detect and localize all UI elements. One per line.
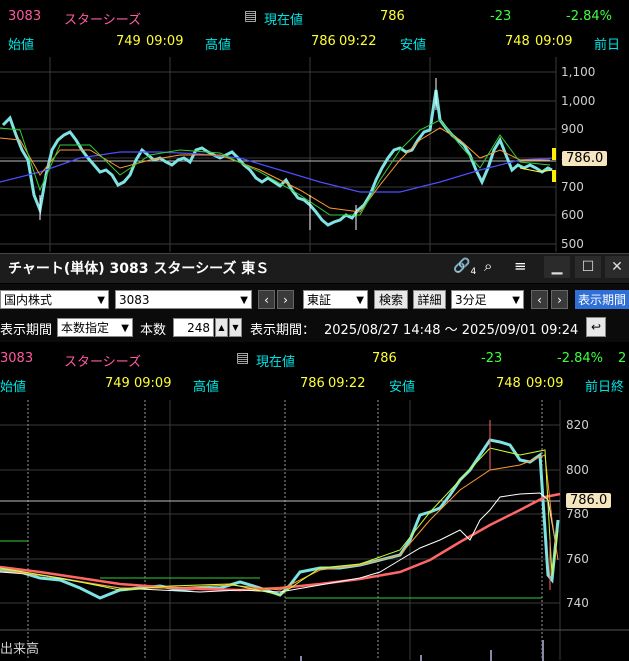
range-label: 表示期間： bbox=[250, 323, 316, 338]
top-low-time: 09:09 bbox=[535, 34, 573, 49]
bottom-price-tag: 786.0 bbox=[566, 493, 612, 508]
top-axis-500: 500 bbox=[561, 237, 584, 251]
interval-select-value: 3分足 bbox=[455, 293, 487, 307]
bottom-high-label: 高値 bbox=[193, 380, 220, 395]
prev-code-button[interactable]: ‹ bbox=[258, 290, 275, 309]
top-name: スターシーズ bbox=[64, 13, 142, 28]
top-change: -23 bbox=[490, 9, 512, 24]
top-open-value: 749 bbox=[116, 34, 141, 49]
range-value: 2025/08/27 14:48 〜 2025/09/01 09:24 bbox=[324, 323, 579, 338]
code-input[interactable]: 3083 ▼ bbox=[115, 290, 252, 309]
top-axis-1000: 1,000 bbox=[561, 94, 596, 108]
market-select[interactable]: 国内株式 ▼ bbox=[0, 290, 109, 309]
exchange-select-value: 東証 bbox=[307, 293, 332, 307]
next-interval-button[interactable]: › bbox=[551, 290, 568, 309]
top-open-time: 09:09 bbox=[146, 34, 184, 49]
link-count: 4 bbox=[470, 266, 477, 277]
bottom-low-time: 09:09 bbox=[526, 376, 564, 391]
volume-label: 出来高 bbox=[0, 642, 40, 657]
bottom-axis-800: 800 bbox=[566, 463, 589, 477]
count-label: 本数 bbox=[140, 323, 167, 338]
top-current-value: 786 bbox=[380, 9, 405, 24]
top-code: 3083 bbox=[8, 9, 42, 24]
bottom-low-value: 748 bbox=[496, 376, 521, 391]
top-prev-label: 前日 bbox=[594, 38, 621, 53]
top-axis-1100: 1,100 bbox=[561, 65, 596, 79]
bottom-high-time: 09:22 bbox=[328, 376, 366, 391]
top-axis-600: 600 bbox=[561, 208, 584, 222]
bottom-name: スターシーズ bbox=[64, 355, 142, 370]
exchange-select[interactable]: 東証 ▼ bbox=[303, 290, 368, 309]
document-icon[interactable]: ▤ bbox=[244, 8, 257, 24]
minimize-button[interactable]: ▁ bbox=[544, 256, 570, 278]
top-high-label: 高値 bbox=[205, 38, 232, 53]
prev-interval-button[interactable]: ‹ bbox=[531, 290, 548, 309]
display-period-button[interactable]: 表示期間 bbox=[575, 290, 629, 309]
bottom-open-label: 始値 bbox=[0, 380, 27, 395]
search-button[interactable]: 検索 bbox=[374, 290, 408, 309]
bottom-low-label: 安値 bbox=[389, 380, 416, 395]
count-down-button[interactable]: ▼ bbox=[229, 318, 242, 337]
chevron-down-icon: ▼ bbox=[121, 323, 129, 334]
bottom-current-value: 786 bbox=[372, 351, 397, 366]
period-mode-select[interactable]: 本数指定 ▼ bbox=[57, 318, 133, 337]
bottom-axis-760: 760 bbox=[566, 552, 589, 566]
period-mode-value: 本数指定 bbox=[61, 321, 110, 335]
top-chart[interactable] bbox=[0, 55, 629, 253]
chevron-down-icon: ▼ bbox=[97, 295, 105, 306]
bottom-extra: 2 bbox=[618, 351, 627, 366]
top-price-tag: 786.0 bbox=[562, 151, 608, 166]
top-axis-900: 900 bbox=[561, 122, 584, 136]
bottom-axis-820: 820 bbox=[566, 418, 589, 432]
top-low-value: 748 bbox=[505, 34, 530, 49]
top-open-label: 始値 bbox=[8, 38, 35, 53]
search-icon[interactable]: ⌕ bbox=[484, 257, 492, 275]
top-high-time: 09:22 bbox=[339, 34, 377, 49]
top-change-pct: -2.84% bbox=[566, 9, 612, 24]
menu-icon[interactable]: ≡ bbox=[514, 257, 527, 275]
top-axis-700: 700 bbox=[561, 180, 584, 194]
maximize-button[interactable]: ☐ bbox=[575, 256, 601, 278]
bottom-prev-label: 前日終 bbox=[585, 380, 625, 395]
top-current-label: 現在値 bbox=[264, 13, 304, 28]
count-up-button[interactable]: ▲ bbox=[215, 318, 228, 337]
interval-select[interactable]: 3分足 ▼ bbox=[451, 290, 524, 309]
bottom-chart[interactable] bbox=[0, 398, 629, 661]
count-input[interactable]: 248 bbox=[173, 318, 214, 337]
bottom-change: -23 bbox=[481, 351, 503, 366]
window-title: チャート(単体) 3083 スターシーズ 東Ｓ bbox=[8, 261, 270, 277]
next-code-button[interactable]: › bbox=[277, 290, 294, 309]
bottom-open-time: 09:09 bbox=[134, 376, 172, 391]
document-icon[interactable]: ▤ bbox=[236, 350, 249, 366]
refresh-icon[interactable]: ↩ bbox=[586, 317, 606, 337]
period-label: 表示期間 bbox=[0, 323, 53, 338]
code-input-value: 3083 bbox=[119, 293, 150, 307]
bottom-open-value: 749 bbox=[105, 376, 130, 391]
link-icon[interactable]: 🔗4 bbox=[453, 258, 476, 277]
top-low-label: 安値 bbox=[400, 38, 427, 53]
top-high-value: 786 bbox=[311, 34, 336, 49]
bottom-code: 3083 bbox=[0, 351, 34, 366]
chevron-down-icon: ▼ bbox=[512, 295, 520, 306]
bottom-high-value: 786 bbox=[300, 376, 325, 391]
bottom-axis-780: 780 bbox=[566, 507, 589, 521]
detail-button[interactable]: 詳細 bbox=[413, 290, 446, 309]
close-button[interactable]: ✕ bbox=[605, 256, 629, 278]
market-select-value: 国内株式 bbox=[4, 293, 53, 307]
bottom-current-label: 現在値 bbox=[256, 355, 296, 370]
bottom-axis-740: 740 bbox=[566, 596, 589, 610]
chevron-down-icon: ▼ bbox=[356, 295, 364, 306]
bottom-change-pct: -2.84% bbox=[557, 351, 603, 366]
chevron-down-icon: ▼ bbox=[240, 295, 248, 306]
